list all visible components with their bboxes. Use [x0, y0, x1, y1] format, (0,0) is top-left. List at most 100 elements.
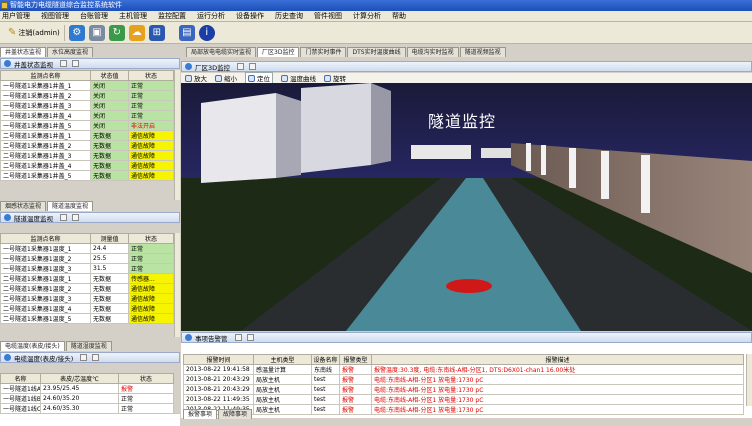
- table-row[interactable]: 二号隧道1采集器1温度_3 无数据 通信故障: [0, 293, 174, 304]
- document-icon[interactable]: ▤: [178, 24, 195, 41]
- cell-host-type: 感温量计算: [253, 364, 312, 375]
- col-point-name[interactable]: 监测点名称: [0, 70, 91, 81]
- cell-point-name: 二号隧道1采集器1温度_3: [0, 293, 91, 304]
- table-row[interactable]: 二号隧道1采集器1温度_2 无数据 通信故障: [0, 283, 174, 294]
- menu-view[interactable]: 视图管理: [41, 11, 69, 21]
- menu-config[interactable]: 监控配置: [158, 11, 186, 21]
- zoom-in-button[interactable]: 放大: [185, 73, 207, 83]
- manhole-scrollbar[interactable]: [174, 70, 180, 200]
- col-alarm-type[interactable]: 报警类型: [339, 354, 372, 365]
- col-status[interactable]: 状态: [118, 373, 174, 384]
- col-value[interactable]: 状态值: [90, 70, 129, 81]
- tab-smoke-status[interactable]: 烟感状态监视: [0, 201, 47, 211]
- tab-tunnel-temperature[interactable]: 隧道温度监视: [47, 201, 94, 211]
- table-row[interactable]: 2013-08-21 20:43:29 局放主机 test 报警 电缆:东南线-A相-分…: [183, 384, 744, 395]
- table-row[interactable]: 2013-08-22 11:49:35局放主机test报警电缆:东南线-A相-分…: [183, 404, 744, 415]
- network-icon[interactable]: ⚙: [68, 24, 85, 41]
- table-row[interactable]: 二号隧道1采集器1温度_1 无数据 传感器...: [0, 273, 174, 284]
- menu-host[interactable]: 主机管理: [119, 11, 147, 21]
- main-tab-2[interactable]: 门禁实时事件: [300, 47, 347, 57]
- tab-tunnel-humidity[interactable]: 隧道湿度监视: [65, 341, 112, 351]
- table-row[interactable]: 二号隧道1采集器1井盖_5 无数据 通信故障: [0, 170, 174, 181]
- table-row[interactable]: 一号隧道1采集器1井盖_1 关闭 正常: [0, 80, 174, 91]
- cell-alarm-type: 报警: [339, 394, 372, 405]
- pane-print-icon[interactable]: [72, 214, 79, 221]
- table-row[interactable]: 一号隧道1采集器1温度_3 31.5 正常: [0, 263, 174, 274]
- col-point-name[interactable]: 监测点名称: [0, 233, 91, 244]
- table-row[interactable]: 一号隧道1采集器1温度_2 25.5 正常: [0, 253, 174, 264]
- cloud-icon[interactable]: ☁: [128, 24, 145, 41]
- table-row[interactable]: 一号隧道1采集器1井盖_4 关闭 正常: [0, 110, 174, 121]
- table-row[interactable]: 一号隧道1采集器1井盖_3 关闭 正常: [0, 100, 174, 111]
- table-row[interactable]: 二号隧道1采集器1井盖_3 无数据 通信故障: [0, 150, 174, 161]
- grid-icon[interactable]: ⊞: [148, 24, 165, 41]
- pane-print-icon[interactable]: [92, 354, 100, 361]
- table-row[interactable]: 一号隧道1线C相24.60/35.30正常: [0, 403, 174, 414]
- table-row[interactable]: 二号隧道1采集器1井盖_1 无数据 通信故障: [0, 130, 174, 141]
- alarm-marker[interactable]: [446, 279, 492, 293]
- menu-pipe-view[interactable]: 管件视图: [314, 11, 342, 21]
- pane-print-icon[interactable]: [246, 334, 254, 341]
- tab-water-level[interactable]: 水位高度监视: [47, 47, 94, 57]
- main-tab-1[interactable]: 厂区3D监控: [257, 47, 300, 57]
- table-row[interactable]: 一号隧道1线B相24.60/35.20正常: [0, 393, 174, 404]
- tab-fault-events[interactable]: 故障事项: [218, 409, 253, 419]
- tab-alarm-events[interactable]: 报警事项: [183, 409, 218, 419]
- monitor-icon[interactable]: ▣: [88, 24, 105, 41]
- main-tab-0[interactable]: 局部放电电缆实时监视: [186, 47, 257, 57]
- locate-label: 定位: [257, 75, 270, 83]
- menu-calc[interactable]: 计算分析: [353, 11, 381, 21]
- table-row[interactable]: 二号隧道1采集器1温度_4 无数据 通信故障: [0, 303, 174, 314]
- main-tab-4[interactable]: 电缆沟实时监视: [406, 47, 459, 57]
- table-row[interactable]: 一号隧道1线A相23.95/25.45报警: [0, 383, 174, 394]
- table-row[interactable]: 2013-08-22 19:41:58 感温量计算 东南线 报警 报警温度:30.3度,…: [183, 364, 744, 375]
- table-row[interactable]: 2013-08-21 20:43:29 局放主机 test 报警 电缆:东南线-A相-分…: [183, 374, 744, 385]
- zoom-out-button[interactable]: 缩小: [215, 73, 237, 83]
- pane-settings-icon[interactable]: [60, 60, 67, 67]
- pane-settings-icon[interactable]: [234, 334, 242, 341]
- cell-alarm-type: 报警: [339, 364, 372, 375]
- menu-user[interactable]: 用户管理: [2, 11, 30, 21]
- col-device-name[interactable]: 设备名称: [311, 354, 340, 365]
- col-host-type[interactable]: 主机类型: [253, 354, 312, 365]
- building-left-1: [201, 93, 276, 183]
- col-alarm-desc[interactable]: 报警描述: [371, 354, 744, 365]
- menu-history[interactable]: 历史查询: [275, 11, 303, 21]
- pane-settings-icon[interactable]: [80, 354, 88, 361]
- pane-print-icon[interactable]: [249, 63, 257, 70]
- main-tab-5[interactable]: 隧道视频监视: [459, 47, 506, 57]
- menu-device[interactable]: 设备操作: [236, 11, 264, 21]
- table-row[interactable]: 二号隧道1采集器1井盖_4 无数据 通信故障: [0, 160, 174, 171]
- temperature-scrollbar[interactable]: [174, 233, 180, 337]
- temperature-pane-header: 隧道温度监视: [0, 212, 180, 223]
- table-row[interactable]: 二号隧道1采集器1温度_5 无数据 通信故障: [0, 313, 174, 324]
- menu-ledger[interactable]: 台账管理: [80, 11, 108, 21]
- table-row[interactable]: 一号隧道1采集器1温度_1 24.4 正常: [0, 243, 174, 254]
- events-scrollbar[interactable]: [746, 354, 752, 406]
- pane-settings-icon[interactable]: [60, 214, 67, 221]
- col-skin-core-temp[interactable]: 表皮/芯温度℃: [40, 373, 119, 384]
- pane-print-icon[interactable]: [72, 60, 79, 67]
- cell-point-name: 一号隧道1采集器1井盖_3: [0, 100, 91, 111]
- tab-cable-temperature[interactable]: 电缆温度(表皮/接头): [0, 341, 65, 351]
- refresh-icon[interactable]: ↻: [108, 24, 125, 41]
- rotate-button[interactable]: 旋转: [324, 73, 346, 83]
- table-row[interactable]: 2013-08-22 11:49:35局放主机test报警电缆:东南线-A相-分…: [183, 394, 744, 405]
- col-alarm-time[interactable]: 报警时间: [183, 354, 254, 365]
- col-status[interactable]: 状态: [128, 70, 174, 81]
- col-name[interactable]: 名称: [0, 373, 41, 384]
- logout-button[interactable]: ✎ 注销(admin): [4, 24, 65, 41]
- info-icon[interactable]: i: [198, 24, 215, 41]
- tab-manhole-status[interactable]: 井盖状态监视: [0, 47, 47, 57]
- col-measure[interactable]: 测量值: [90, 233, 129, 244]
- table-row[interactable]: 一号隧道1采集器1井盖_2 关闭 正常: [0, 90, 174, 101]
- menu-help[interactable]: 帮助: [392, 11, 406, 21]
- tunnel-3d-view[interactable]: 隧道监控: [181, 83, 752, 331]
- main-tab-3[interactable]: DTS实时温度曲线: [347, 47, 406, 57]
- col-status[interactable]: 状态: [128, 233, 174, 244]
- pane-settings-icon[interactable]: [237, 63, 245, 70]
- menu-analysis[interactable]: 运行分析: [197, 11, 225, 21]
- table-row[interactable]: 一号隧道1采集器1井盖_5 关闭 非法开启: [0, 120, 174, 131]
- temperature-curve-button[interactable]: 温度曲线: [281, 73, 316, 83]
- table-row[interactable]: 二号隧道1采集器1井盖_2 无数据 通信故障: [0, 140, 174, 151]
